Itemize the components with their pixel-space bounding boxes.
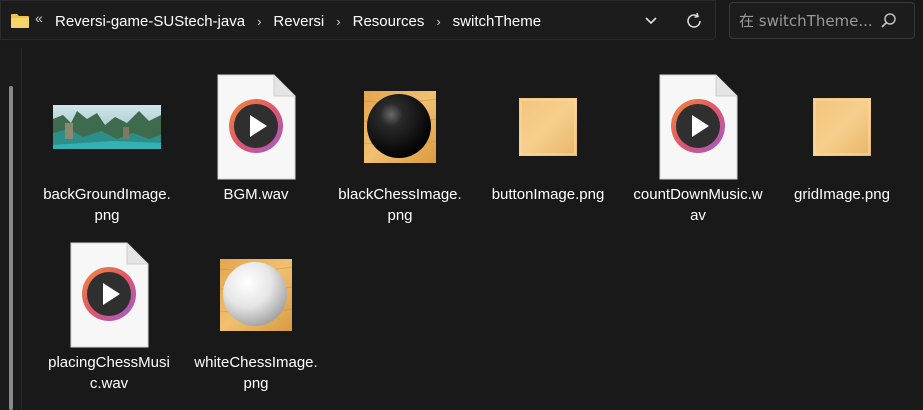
audio-file-icon — [659, 74, 738, 180]
file-name: placingChessMusic.wav — [48, 354, 170, 392]
search-box[interactable] — [729, 2, 915, 39]
file-item[interactable]: countDownMusic.wav — [633, 72, 763, 236]
wood-tile-image — [519, 98, 577, 156]
breadcrumb-overflow[interactable]: « — [35, 10, 43, 26]
address-bar[interactable]: « Reversi-game-SUStech-java › Reversi › … — [0, 0, 716, 40]
scrollbar-thumb[interactable] — [9, 86, 13, 410]
file-name: countDownMusic.wav — [633, 186, 763, 224]
file-item[interactable]: BGM.wav — [191, 72, 321, 236]
file-item[interactable]: whiteChessImage.png — [191, 240, 321, 404]
wood-tile-image — [813, 98, 871, 156]
file-item[interactable]: gridImage.png — [777, 72, 907, 236]
landscape-image — [53, 105, 161, 149]
breadcrumb: Reversi-game-SUStech-java › Reversi › Re… — [55, 1, 541, 41]
search-icon[interactable] — [880, 12, 898, 30]
black-chess-image — [364, 91, 436, 163]
file-name: gridImage.png — [794, 186, 890, 203]
file-item[interactable]: blackChessImage.png — [335, 72, 465, 236]
file-name: backGroundImage.png — [43, 186, 171, 224]
audio-file-icon — [70, 242, 149, 348]
refresh-icon[interactable] — [683, 10, 705, 32]
breadcrumb-item[interactable]: Resources — [353, 13, 425, 30]
file-item[interactable]: buttonImage.png — [483, 72, 613, 236]
breadcrumb-item[interactable]: Reversi — [273, 13, 324, 30]
breadcrumb-item[interactable]: Reversi-game-SUStech-java — [55, 13, 245, 30]
file-item[interactable]: placingChessMusic.wav — [44, 240, 174, 404]
file-name: buttonImage.png — [491, 186, 605, 203]
file-name: blackChessImage.png — [338, 186, 462, 224]
breadcrumb-item[interactable]: switchTheme — [453, 13, 541, 30]
file-name: whiteChessImage.png — [194, 354, 318, 392]
file-name: BGM.wav — [223, 186, 289, 203]
breadcrumb-separator-icon[interactable]: › — [436, 14, 440, 29]
white-chess-image — [220, 259, 292, 331]
breadcrumb-separator-icon[interactable]: › — [336, 14, 340, 29]
audio-file-icon — [217, 74, 296, 180]
folder-icon — [11, 14, 29, 28]
search-input[interactable] — [739, 3, 879, 38]
chevron-down-icon[interactable] — [641, 11, 661, 31]
file-item[interactable]: backGroundImage.png — [42, 72, 172, 236]
breadcrumb-separator-icon[interactable]: › — [257, 14, 261, 29]
